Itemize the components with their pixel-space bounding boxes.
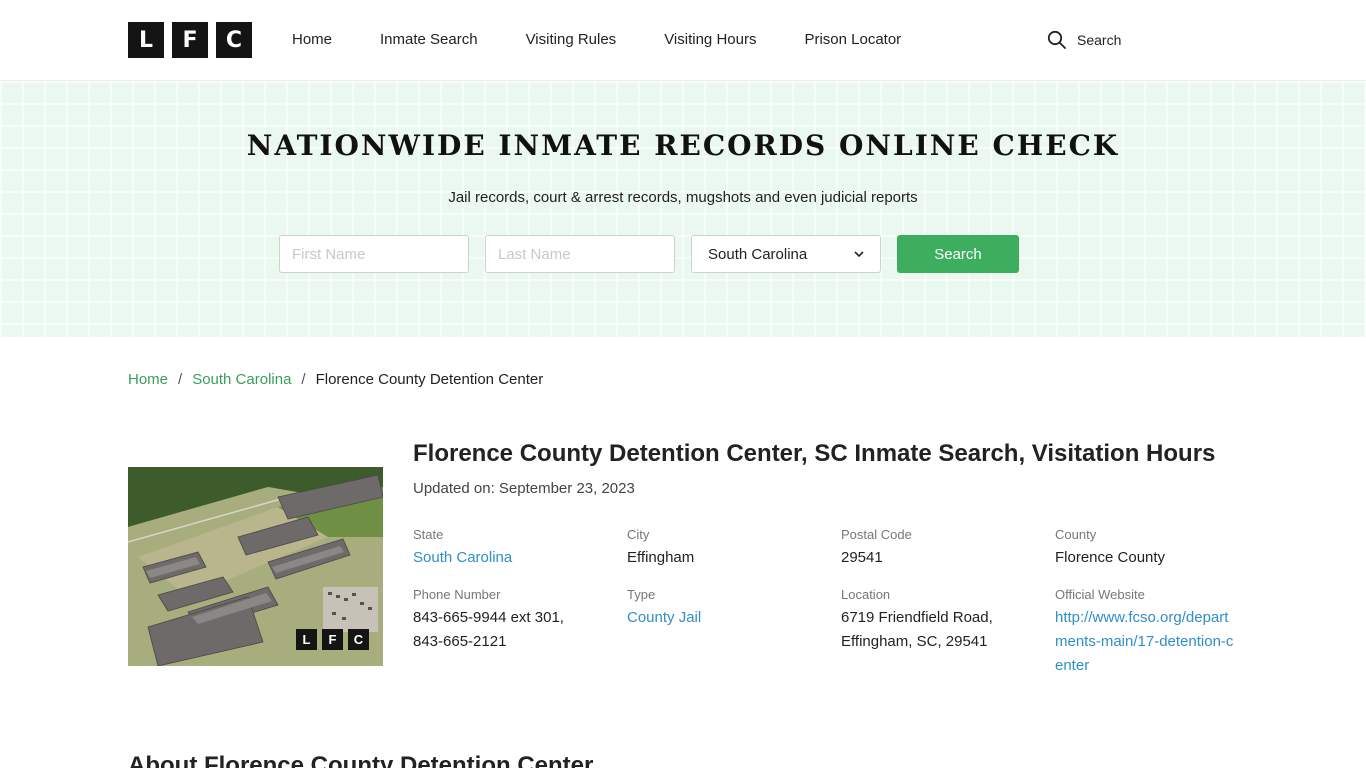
breadcrumb-state[interactable]: South Carolina [192, 371, 291, 388]
field-label: Postal Code [841, 527, 912, 542]
header-search-label: Search [1077, 32, 1122, 48]
field-label: Official Website [1055, 587, 1145, 602]
photo-watermark-logo: L F C [296, 629, 369, 650]
nav-prison-locator[interactable]: Prison Locator [804, 30, 901, 50]
breadcrumb-separator: / [178, 371, 183, 388]
nav-visiting-rules[interactable]: Visiting Rules [526, 30, 617, 50]
field-county: County Florence County [1055, 527, 1245, 570]
field-type: Type County Jail [627, 587, 817, 630]
main-nav: Home Inmate Search Visiting Rules Visiti… [292, 30, 949, 50]
chevron-down-icon [854, 251, 864, 258]
field-label: State [413, 527, 444, 542]
last-name-input[interactable] [485, 235, 675, 273]
search-button[interactable]: Search [897, 235, 1019, 273]
logo-letter: L [296, 629, 317, 650]
site-header: L F C Home Inmate Search Visiting Rules … [0, 0, 1366, 81]
field-label: Phone Number [413, 587, 501, 602]
breadcrumb-separator: / [301, 371, 306, 388]
header-search-button[interactable]: Search [1047, 30, 1121, 50]
field-city: City Effingham [627, 527, 817, 570]
logo-letter: C [348, 629, 369, 650]
logo-letter: C [216, 22, 252, 58]
state-link[interactable]: South Carolina [413, 546, 603, 570]
facility-photo: L F C [128, 467, 383, 666]
breadcrumb: Home / South Carolina / Florence County … [128, 371, 543, 388]
facility-title: Florence County Detention Center, SC Inm… [413, 440, 1216, 467]
inmate-search-form: South Carolina Search [279, 235, 1019, 273]
field-label: Location [841, 587, 891, 602]
state-select-value: South Carolina [708, 245, 808, 263]
nav-inmate-search[interactable]: Inmate Search [380, 30, 478, 50]
field-state: State South Carolina [413, 527, 603, 570]
logo-letter: F [172, 22, 208, 58]
field-postal-code: Postal Code 29541 [841, 527, 1031, 570]
field-phone: Phone Number 843-665-9944 ext 301, 843-6… [413, 587, 593, 654]
field-value: Florence County [1055, 549, 1166, 566]
field-location: Location 6719 Friendfield Road, Effingha… [841, 587, 1021, 654]
field-label: County [1055, 527, 1097, 542]
logo-letter: F [322, 629, 343, 650]
field-value: 843-665-9944 ext 301, 843-665-2121 [413, 609, 564, 650]
breadcrumb-current: Florence County Detention Center [315, 371, 544, 388]
type-link[interactable]: County Jail [627, 606, 817, 630]
updated-date: Updated on: September 23, 2023 [413, 480, 635, 497]
field-label: Type [627, 587, 656, 602]
field-label: City [627, 527, 650, 542]
first-name-input[interactable] [279, 235, 469, 273]
hero-title: NATIONWIDE INMATE RECORDS ONLINE CHECK [246, 129, 1120, 162]
logo-letter: L [128, 22, 164, 58]
field-value: 29541 [841, 549, 883, 566]
field-value: Effingham [627, 549, 695, 566]
search-icon [1047, 30, 1066, 49]
nav-visiting-hours[interactable]: Visiting Hours [664, 30, 756, 50]
about-heading: About Florence County Detention Center [128, 752, 594, 768]
state-select[interactable]: South Carolina [691, 235, 881, 273]
hero-subtitle: Jail records, court & arrest records, mu… [448, 189, 918, 206]
breadcrumb-home[interactable]: Home [128, 371, 168, 388]
field-value: 6719 Friendfield Road, Effingham, SC, 29… [841, 609, 993, 650]
nav-home[interactable]: Home [292, 30, 332, 50]
hero-search-banner: NATIONWIDE INMATE RECORDS ONLINE CHECK J… [0, 81, 1366, 337]
field-official-website: Official Website http://www.fcso.org/dep… [1055, 587, 1245, 678]
site-logo[interactable]: L F C [128, 22, 252, 58]
official-website-link[interactable]: http://www.fcso.org/departments-main/17-… [1055, 606, 1237, 678]
